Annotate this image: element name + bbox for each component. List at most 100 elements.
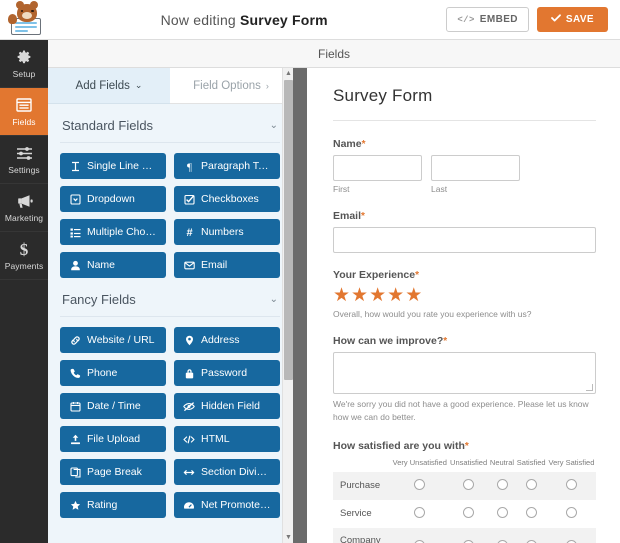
radio-button[interactable] (463, 478, 475, 490)
panel-divider[interactable] (293, 68, 307, 543)
radio-button[interactable] (525, 478, 537, 490)
likert-cell[interactable] (489, 500, 516, 528)
embed-button-label: EMBED (479, 14, 518, 25)
field-button-multiple-choice-label: Multiple Choice (87, 226, 157, 238)
sidebar-item-payments[interactable]: $ Payments (0, 232, 48, 280)
likert-cell[interactable] (515, 500, 547, 528)
radio-button[interactable] (414, 506, 426, 518)
code-icon (183, 434, 195, 445)
required-mark: * (361, 139, 366, 150)
group-fancy-fields-title: Fancy Fields (62, 292, 136, 307)
likert-cell[interactable] (546, 471, 596, 500)
panel-subheader-title: Fields (317, 46, 350, 61)
likert-cell[interactable] (449, 500, 489, 528)
field-button-name[interactable]: Name (60, 252, 166, 278)
name-last-col: Last (431, 155, 520, 194)
sidebar-item-settings-label: Settings (8, 164, 40, 175)
preview-form-title: Survey Form (333, 86, 596, 121)
field-button-multiple-choice[interactable]: Multiple Choice (60, 219, 166, 245)
radio-button[interactable] (565, 506, 577, 518)
preview-field-name-text: Name (333, 138, 362, 150)
field-button-website-url[interactable]: Website / URL (60, 327, 166, 353)
likert-cell[interactable] (515, 471, 547, 500)
field-button-section-divider[interactable]: Section Divider (174, 459, 280, 485)
likert-col-header: Satisfied (516, 457, 546, 467)
radio-button[interactable] (496, 478, 508, 490)
field-button-paragraph-text[interactable]: ¶ Paragraph Text (174, 153, 280, 179)
field-button-file-upload-label: File Upload (87, 433, 141, 445)
dollar-icon: $ (18, 241, 30, 258)
likert-cell[interactable] (391, 471, 449, 500)
text-cursor-icon (69, 161, 81, 172)
link-icon (69, 335, 81, 346)
group-fancy-fields: Fancy Fields ⌄ Website / URL Address Pho… (48, 278, 292, 518)
likert-cell[interactable] (391, 527, 449, 543)
preview-field-name-label: Name* (333, 138, 596, 150)
radio-button[interactable] (463, 506, 475, 518)
preview-field-name: Name* First Last (333, 138, 596, 194)
star-icon[interactable]: ★ (351, 286, 368, 305)
likert-cell[interactable] (448, 471, 489, 500)
name-last-input[interactable] (431, 155, 520, 181)
field-button-phone[interactable]: Phone (60, 360, 166, 386)
sidebar-item-marketing[interactable]: Marketing (0, 184, 48, 232)
field-button-address[interactable]: Address (174, 327, 280, 353)
app-logo (0, 0, 52, 40)
tab-add-fields[interactable]: Add Fields ⌄ (48, 68, 170, 104)
preview-field-email: Email* (333, 210, 596, 253)
preview-field-improve-label: How can we improve?* (333, 335, 596, 347)
field-button-hidden-field[interactable]: Hidden Field (174, 393, 280, 419)
sidebar-item-settings[interactable]: Settings (0, 136, 48, 184)
field-button-single-line-text[interactable]: Single Line Text (60, 153, 166, 179)
sidebar-item-fields[interactable]: Fields (0, 88, 48, 136)
improve-textarea[interactable] (333, 352, 596, 394)
radio-button[interactable] (414, 478, 426, 490)
likert-cell[interactable] (448, 527, 489, 543)
radio-button[interactable] (565, 478, 577, 490)
scrollbar-thumb[interactable] (284, 80, 293, 380)
upload-icon (69, 434, 81, 445)
field-button-page-break[interactable]: Page Break (60, 459, 166, 485)
panel-tabs: Add Fields ⌄ Field Options › (48, 68, 292, 104)
panel-scrollbar[interactable]: ▲ ▼ (282, 68, 293, 543)
star-icon[interactable]: ★ (333, 286, 350, 305)
sidebar-item-payments-label: Payments (4, 260, 44, 271)
field-button-dropdown[interactable]: Dropdown (60, 186, 166, 212)
embed-button[interactable]: </> EMBED (446, 7, 529, 32)
field-button-html[interactable]: HTML (174, 426, 280, 452)
field-button-rating[interactable]: Rating (60, 492, 166, 518)
experience-description: Overall, how would you rate you experien… (333, 309, 532, 319)
paragraph-icon: ¶ (183, 161, 195, 172)
fields-list-icon (16, 97, 32, 114)
gauge-icon (183, 500, 195, 511)
group-fancy-fields-header[interactable]: Fancy Fields ⌄ (60, 278, 280, 317)
email-input[interactable] (333, 227, 596, 253)
radio-button[interactable] (496, 506, 508, 518)
star-icon[interactable]: ★ (405, 286, 422, 305)
name-first-input[interactable] (333, 155, 422, 181)
group-standard-fields-header[interactable]: Standard Fields ⌄ (60, 104, 280, 143)
likert-cell[interactable] (546, 527, 596, 543)
field-button-email[interactable]: Email (174, 252, 280, 278)
megaphone-icon (16, 193, 33, 210)
likert-table: Very Unsatisfied Unsatisfied Neutral Sat… (333, 458, 596, 543)
radio-button[interactable] (525, 506, 537, 518)
likert-cell[interactable] (488, 527, 516, 543)
field-button-password[interactable]: Password (174, 360, 280, 386)
field-button-net-promoter-score[interactable]: Net Promoter Score (174, 492, 280, 518)
likert-cell[interactable] (391, 500, 449, 528)
tab-field-options[interactable]: Field Options › (170, 68, 292, 104)
sidebar-item-setup[interactable]: Setup (0, 40, 48, 88)
field-button-file-upload[interactable]: File Upload (60, 426, 166, 452)
likert-cell[interactable] (515, 527, 547, 543)
field-button-date-time[interactable]: Date / Time (60, 393, 166, 419)
field-button-numbers[interactable]: # Numbers (174, 219, 280, 245)
likert-cell[interactable] (547, 500, 596, 528)
header-actions: </> EMBED SAVE (446, 7, 620, 32)
field-button-checkboxes[interactable]: Checkboxes (174, 186, 280, 212)
star-icon[interactable]: ★ (387, 286, 404, 305)
likert-cell[interactable] (488, 471, 516, 500)
field-button-email-label: Email (201, 259, 228, 271)
save-button[interactable]: SAVE (536, 7, 608, 32)
star-icon[interactable]: ★ (369, 286, 386, 305)
